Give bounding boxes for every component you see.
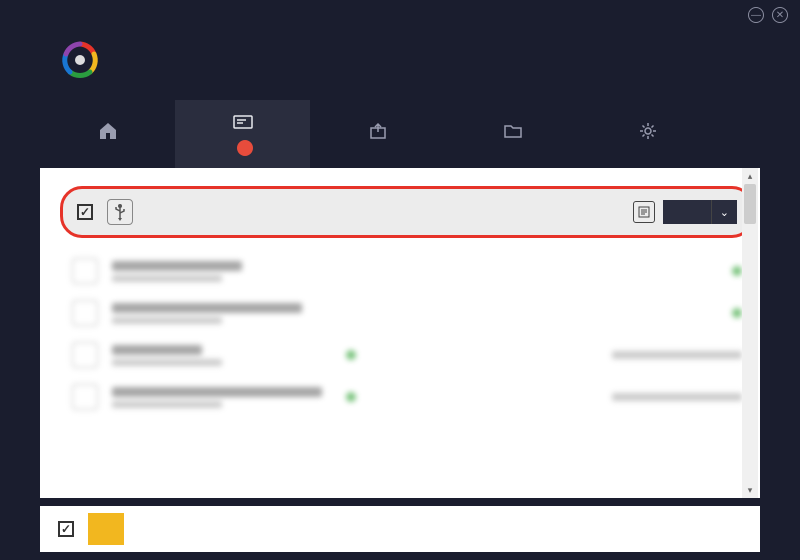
- scrollbar[interactable]: ▴ ▾: [742, 168, 758, 498]
- select-all-checkbox[interactable]: [58, 521, 74, 537]
- app-header: [0, 30, 800, 100]
- details-icon[interactable]: [633, 201, 655, 223]
- device-row-blurred: [58, 292, 756, 334]
- tab-driver-updates[interactable]: [175, 100, 310, 168]
- download-install-button[interactable]: [88, 513, 124, 545]
- scroll-down-icon[interactable]: ▾: [742, 482, 758, 498]
- updates-badge: [237, 140, 253, 156]
- scroll-thumb[interactable]: [744, 184, 756, 224]
- device-row-highlighted: ⌄: [60, 186, 754, 238]
- update-button-label: [663, 200, 712, 224]
- home-icon: [97, 120, 119, 142]
- update-button[interactable]: ⌄: [663, 200, 737, 224]
- backup-icon: [367, 120, 389, 142]
- footer-panel: [40, 506, 760, 552]
- device-checkbox[interactable]: [77, 204, 93, 220]
- folder-icon: [502, 120, 524, 142]
- tab-label: [232, 140, 253, 156]
- tab-settings[interactable]: [580, 100, 715, 168]
- tab-restore[interactable]: [445, 100, 580, 168]
- device-row-blurred: [58, 334, 756, 376]
- content-panel: ⌄ ▴ ▾: [40, 168, 760, 498]
- tab-home[interactable]: [40, 100, 175, 168]
- usb-icon: [107, 199, 133, 225]
- monitor-icon: [232, 112, 254, 134]
- gear-icon: [637, 120, 659, 142]
- app-logo-icon: [60, 40, 100, 80]
- minimize-button[interactable]: —: [748, 7, 764, 23]
- close-button[interactable]: ✕: [772, 7, 788, 23]
- titlebar: — ✕: [0, 0, 800, 30]
- device-row-blurred: [58, 376, 756, 418]
- nav-tabs: [0, 100, 800, 168]
- scroll-up-icon[interactable]: ▴: [742, 168, 758, 184]
- device-row-blurred: [58, 250, 756, 292]
- tab-backup[interactable]: [310, 100, 445, 168]
- chevron-down-icon[interactable]: ⌄: [712, 200, 737, 224]
